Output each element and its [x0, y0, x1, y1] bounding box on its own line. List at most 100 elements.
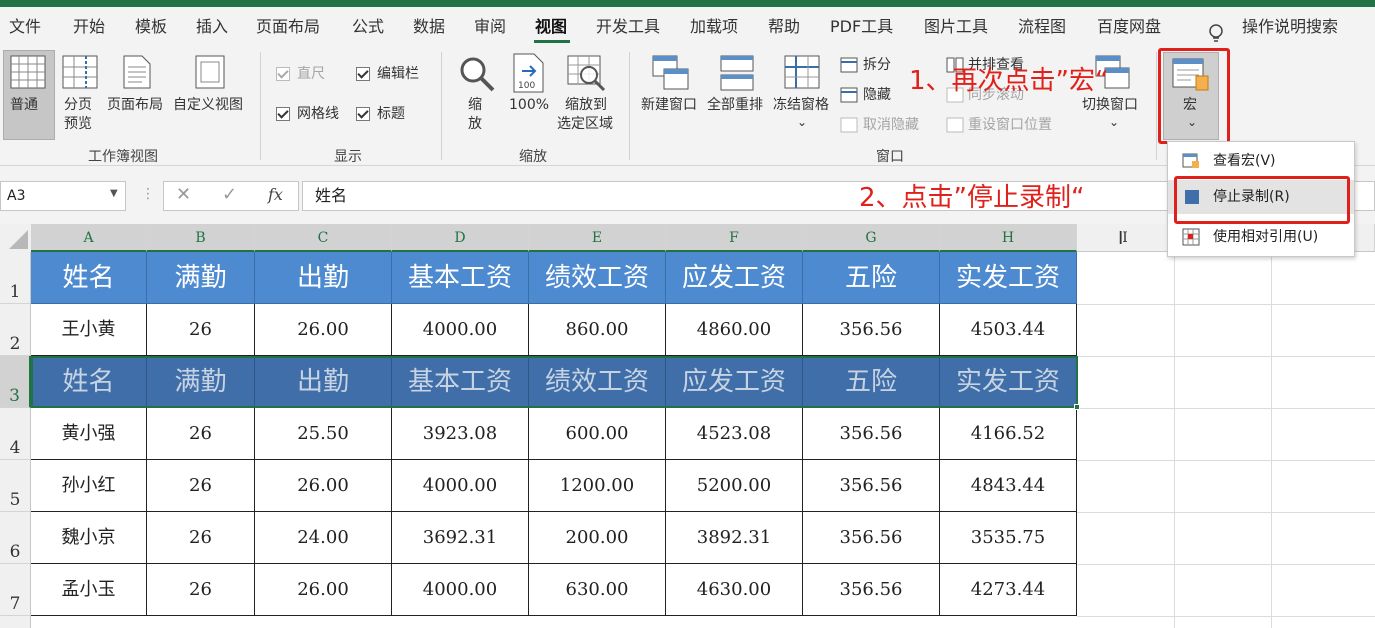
name-box[interactable]: A3: [0, 181, 126, 211]
name-box-dropdown-icon[interactable]: ▼: [110, 188, 118, 199]
table-cell[interactable]: 26.00: [255, 564, 392, 616]
ruler-checkbox[interactable]: [276, 67, 290, 81]
freeze-panes-chevron-icon[interactable]: ⌄: [797, 113, 807, 131]
table-cell[interactable]: 孟小玉: [31, 564, 147, 616]
table-cell[interactable]: 4000.00: [392, 460, 529, 512]
split-button[interactable]: 拆分: [863, 56, 891, 74]
header-cell[interactable]: 姓名: [31, 356, 147, 408]
row-header[interactable]: [0, 616, 31, 628]
tab-pdf-tools[interactable]: PDF工具: [830, 14, 893, 40]
column-header-D[interactable]: D: [392, 224, 529, 252]
row-header[interactable]: 4: [0, 408, 31, 460]
page-break-preview-label[interactable]: 分页: [64, 96, 92, 114]
tab-file[interactable]: 文件: [9, 14, 41, 40]
new-window-button[interactable]: 新建窗口: [641, 96, 697, 114]
new-window-icon[interactable]: [652, 55, 690, 91]
header-cell[interactable]: 五险: [803, 252, 940, 304]
table-cell[interactable]: 26: [147, 512, 255, 564]
cancel-icon[interactable]: ✕: [176, 184, 191, 205]
column-header-A[interactable]: A: [31, 224, 147, 252]
zoom-100-icon[interactable]: 100: [512, 53, 546, 93]
table-cell[interactable]: 26: [147, 564, 255, 616]
tab-templates[interactable]: 模板: [135, 14, 167, 40]
tab-formulas[interactable]: 公式: [352, 14, 384, 40]
header-cell[interactable]: 满勤: [147, 356, 255, 408]
table-cell[interactable]: 860.00: [529, 304, 666, 356]
table-cell[interactable]: 4166.52: [940, 408, 1077, 460]
reset-window-position-button[interactable]: 重设窗口位置: [968, 116, 1052, 134]
header-cell[interactable]: 基本工资: [392, 252, 529, 304]
table-cell[interactable]: 356.56: [803, 512, 940, 564]
formula-bar-checkbox[interactable]: [356, 67, 370, 81]
table-cell[interactable]: 4000.00: [392, 304, 529, 356]
table-cell[interactable]: 王小黄: [31, 304, 147, 356]
header-cell[interactable]: 基本工资: [392, 356, 529, 408]
hide-button[interactable]: 隐藏: [863, 86, 891, 104]
table-cell[interactable]: 3892.31: [666, 512, 803, 564]
zoom-to-selection-icon[interactable]: [567, 55, 607, 93]
tab-flowchart[interactable]: 流程图: [1018, 14, 1066, 40]
column-header-G[interactable]: G: [803, 224, 940, 252]
fill-handle[interactable]: [1074, 404, 1080, 410]
header-cell[interactable]: 实发工资: [940, 356, 1077, 408]
table-cell[interactable]: 魏小京: [31, 512, 147, 564]
tab-developer[interactable]: 开发工具: [596, 14, 660, 40]
table-cell[interactable]: 3535.75: [940, 512, 1077, 564]
table-cell[interactable]: 4503.44: [940, 304, 1077, 356]
table-cell[interactable]: 孙小红: [31, 460, 147, 512]
row-header[interactable]: 6: [0, 512, 31, 564]
table-cell[interactable]: 黄小强: [31, 408, 147, 460]
header-cell[interactable]: 出勤: [255, 252, 392, 304]
table-cell[interactable]: 3923.08: [392, 408, 529, 460]
header-cell[interactable]: 绩效工资: [529, 252, 666, 304]
column-header-H[interactable]: H: [940, 224, 1077, 252]
table-cell[interactable]: 26.00: [255, 460, 392, 512]
table-cell[interactable]: 356.56: [803, 564, 940, 616]
column-header-B[interactable]: B: [147, 224, 255, 252]
table-cell[interactable]: 5200.00: [666, 460, 803, 512]
header-cell[interactable]: 姓名: [31, 252, 147, 304]
unhide-button[interactable]: 取消隐藏: [863, 116, 919, 134]
table-cell[interactable]: 26.00: [255, 304, 392, 356]
insert-function-icon[interactable]: fx: [268, 185, 283, 204]
arrange-all-button[interactable]: 全部重排: [707, 96, 763, 114]
freeze-panes-icon[interactable]: [784, 55, 820, 91]
table-cell[interactable]: 356.56: [803, 408, 940, 460]
row-header[interactable]: 5: [0, 460, 31, 512]
header-cell[interactable]: 应发工资: [666, 252, 803, 304]
page-layout-view-button[interactable]: 页面布局: [107, 96, 163, 114]
header-cell[interactable]: 绩效工资: [529, 356, 666, 408]
table-cell[interactable]: 630.00: [529, 564, 666, 616]
table-cell[interactable]: 24.00: [255, 512, 392, 564]
tab-review[interactable]: 审阅: [474, 14, 506, 40]
table-cell[interactable]: 4273.44: [940, 564, 1077, 616]
freeze-panes-button[interactable]: 冻结窗格: [773, 96, 829, 114]
table-cell[interactable]: 26: [147, 304, 255, 356]
header-cell[interactable]: 应发工资: [666, 356, 803, 408]
header-cell[interactable]: 满勤: [147, 252, 255, 304]
table-cell[interactable]: 4000.00: [392, 564, 529, 616]
table-cell[interactable]: 26: [147, 408, 255, 460]
switch-windows-chevron-icon[interactable]: ⌄: [1109, 113, 1119, 131]
table-cell[interactable]: 25.50: [255, 408, 392, 460]
tell-me-search[interactable]: 操作说明搜索: [1242, 14, 1338, 40]
row-header[interactable]: 1: [0, 252, 31, 304]
zoom-magnifier-icon[interactable]: [458, 55, 496, 93]
arrange-all-icon[interactable]: [719, 55, 755, 91]
use-relative-references-item[interactable]: 使用相对引用(U): [1168, 220, 1354, 254]
column-header-I[interactable]: I: [1077, 224, 1174, 252]
tab-view[interactable]: 视图: [535, 14, 567, 40]
tab-addins[interactable]: 加载项: [690, 14, 738, 40]
tab-help[interactable]: 帮助: [768, 14, 800, 40]
table-cell[interactable]: 356.56: [803, 460, 940, 512]
tab-data[interactable]: 数据: [413, 14, 445, 40]
header-cell[interactable]: 出勤: [255, 356, 392, 408]
enter-icon[interactable]: ✓: [222, 184, 237, 205]
gridlines-checkbox[interactable]: [276, 107, 290, 121]
table-cell[interactable]: 600.00: [529, 408, 666, 460]
table-cell[interactable]: 3692.31: [392, 512, 529, 564]
tab-insert[interactable]: 插入: [196, 14, 228, 40]
row-header[interactable]: 3: [0, 356, 31, 408]
select-all-corner[interactable]: [0, 224, 31, 252]
switch-windows-button[interactable]: 切换窗口: [1082, 96, 1138, 114]
